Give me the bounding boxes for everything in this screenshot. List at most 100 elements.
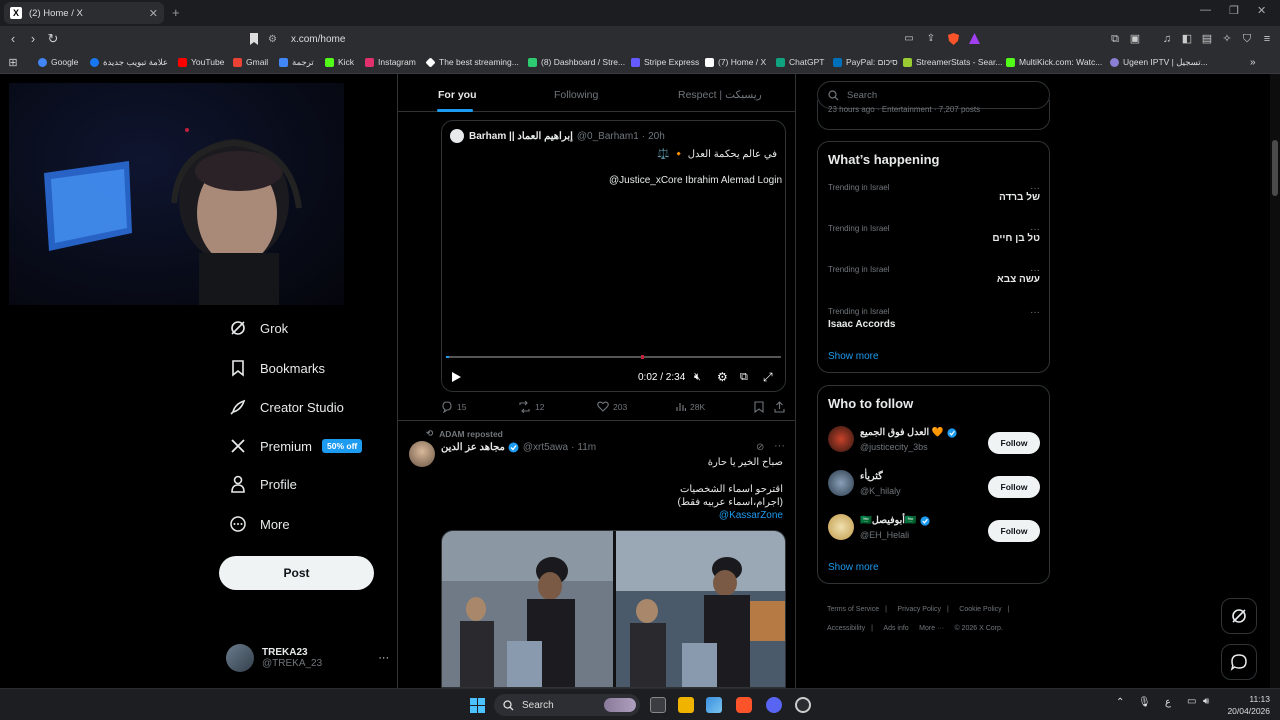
minimize-icon[interactable]: — <box>1200 4 1211 16</box>
account-more-icon[interactable]: ··· <box>378 652 389 664</box>
trend-more-icon[interactable]: ··· <box>1030 183 1040 194</box>
sidebar-item-grok[interactable]: Grok <box>228 318 288 338</box>
bookmark-post-button[interactable] <box>754 401 768 413</box>
footer-ads-link[interactable]: Ads info <box>883 625 908 632</box>
repost-button[interactable]: 12 <box>518 401 544 413</box>
trend-more-icon[interactable]: ··· <box>1030 265 1040 276</box>
sidebar-item-bookmarks[interactable]: Bookmarks <box>228 358 325 378</box>
extensions-icon[interactable]: ⧉ <box>1108 32 1122 46</box>
maximize-icon[interactable]: ❐ <box>1229 4 1239 17</box>
video-progress-track[interactable] <box>446 355 781 359</box>
grok-fab-button[interactable] <box>1221 598 1257 634</box>
network-icon[interactable]: ▭ <box>1187 696 1196 707</box>
tab-following[interactable]: Following <box>554 89 598 101</box>
bookmark-page-icon[interactable] <box>248 32 262 46</box>
post-handle[interactable]: @xrt5awa <box>523 442 568 453</box>
bookmark-multikick[interactable]: MultiKick.com: Watc... <box>1006 57 1102 67</box>
follow-button[interactable]: Follow <box>988 476 1040 498</box>
close-tab-icon[interactable]: ✕ <box>149 7 158 20</box>
bookmark-iptv[interactable]: Ugeen IPTV | تسجيل... <box>1110 57 1208 68</box>
trend-item[interactable]: Trending in Israel של ברדה ··· <box>828 183 1040 203</box>
settings-icon[interactable]: ⚙ <box>717 370 728 384</box>
avatar[interactable] <box>409 441 435 467</box>
account-switcher[interactable]: TREKA23 @TREKA_23 ··· <box>226 644 389 672</box>
bookmark-instagram[interactable]: Instagram <box>365 57 416 67</box>
show-more-follows-link[interactable]: Show more <box>828 562 879 573</box>
bookmark-gmail[interactable]: Gmail <box>233 57 268 67</box>
install-icon[interactable]: ▭ <box>902 32 916 46</box>
share-post-button[interactable] <box>774 401 789 413</box>
task-view-icon[interactable] <box>650 697 666 713</box>
reply-button[interactable]: 15 <box>441 401 466 413</box>
bookmark-paypal[interactable]: PayPal: סיכום <box>833 57 898 67</box>
share-icon[interactable]: ⇪ <box>924 32 938 46</box>
discord-icon[interactable] <box>766 697 782 713</box>
input-language[interactable]: ع <box>1165 697 1171 708</box>
footer-cookie-link[interactable]: Cookie Policy <box>959 606 1001 613</box>
sidebar-item-premium[interactable]: Premium 50% off <box>228 436 363 456</box>
microphone-icon[interactable]: 🎙︎ <box>1138 697 1151 708</box>
taskbar-search-box[interactable]: Search <box>494 694 640 716</box>
bookmark-translate[interactable]: ترجمة <box>279 57 314 68</box>
post-media[interactable] <box>441 530 786 688</box>
footer-terms-link[interactable]: Terms of Service <box>827 606 879 613</box>
footer-privacy-link[interactable]: Privacy Policy <box>897 606 941 613</box>
url-field[interactable]: ⚙ x.com/home <box>268 29 990 49</box>
tab-for-you[interactable]: For you <box>438 89 477 101</box>
clock[interactable]: 11:13 20/04/2026 <box>1226 693 1270 717</box>
start-icon[interactable] <box>470 698 485 713</box>
quoted-time[interactable]: 20h <box>648 131 665 142</box>
menu-icon[interactable]: ≡ <box>1260 32 1274 46</box>
grok-explain-icon[interactable]: ⊘ <box>756 442 764 453</box>
views-button[interactable]: 28K <box>676 401 705 412</box>
forward-icon[interactable]: › <box>26 32 40 46</box>
brave-rewards-icon[interactable] <box>968 32 982 46</box>
bookmark-chatgpt[interactable]: ChatGPT <box>776 57 824 67</box>
show-more-trends-link[interactable]: Show more <box>828 351 879 362</box>
footer-more-link[interactable]: More ··· <box>919 625 944 632</box>
follow-suggestion[interactable]: 🇸🇦أبوفيصل🇸🇦 @EH_Helali Follow <box>828 514 1040 554</box>
site-settings-icon[interactable]: ⚙ <box>268 34 277 45</box>
quoted-handle[interactable]: @0_Barham1 <box>577 131 639 142</box>
mute-icon[interactable]: 🔇︎ <box>694 371 701 384</box>
play-icon[interactable] <box>450 371 462 383</box>
follow-suggestion[interactable]: گثرياٰء @K_hilaly Follow <box>828 470 1040 510</box>
post-author[interactable]: مجاهد عز الدين <box>441 442 505 453</box>
bookmark-streamerstats[interactable]: StreamerStats - Sear... <box>903 57 1002 67</box>
new-tab-icon[interactable]: + <box>172 5 180 20</box>
browser-tab[interactable]: X (2) Home / X ✕ <box>4 2 164 24</box>
post-mention-link[interactable]: @KassarZone <box>719 510 783 521</box>
back-icon[interactable]: ‹ <box>6 32 20 46</box>
wallet-icon[interactable]: ▤ <box>1200 32 1214 46</box>
bookmark-streaming[interactable]: The best streaming... <box>425 56 519 68</box>
like-button[interactable]: 203 <box>597 401 627 412</box>
microsoft-store-icon[interactable] <box>706 697 722 713</box>
apps-grid-icon[interactable]: ⊞ <box>6 56 20 70</box>
quoted-post[interactable]: Barham || إبراهيم العماد @0_Barham1 · 20… <box>441 120 786 392</box>
leo-ai-icon[interactable]: ✧ <box>1220 32 1234 46</box>
bookmark-dashboard[interactable]: (8) Dashboard / Stre... <box>528 57 625 67</box>
quoted-author[interactable]: Barham || إبراهيم العماد <box>469 131 573 142</box>
bookmark-google[interactable]: Google <box>38 57 78 67</box>
footer-accessibility-link[interactable]: Accessibility <box>827 625 865 632</box>
trend-more-icon[interactable]: ··· <box>1030 307 1040 318</box>
follow-button[interactable]: Follow <box>988 432 1040 454</box>
sidebar-item-profile[interactable]: Profile <box>228 474 297 494</box>
fullscreen-icon[interactable]: ⤢ <box>763 370 773 385</box>
sidebar-toggle-icon[interactable]: ◧ <box>1180 32 1194 46</box>
post-more-icon[interactable]: ··· <box>774 440 785 452</box>
video-player[interactable]: 0:02 / 2:34 🔇︎ ⚙ ⧉ ⤢ <box>442 196 785 391</box>
follow-button[interactable]: Follow <box>988 520 1040 542</box>
app-icon[interactable] <box>795 697 811 713</box>
volume-icon[interactable]: 🔊︎ <box>1203 696 1209 707</box>
messages-fab-button[interactable] <box>1221 644 1257 680</box>
file-explorer-icon[interactable] <box>678 697 694 713</box>
trend-item[interactable]: Trending in Israel טל בן חיים ··· <box>828 224 1040 244</box>
media-icon[interactable]: ♫ <box>1160 32 1174 46</box>
bookmark-new-tab[interactable]: علامة تبويب جديدة <box>90 57 168 68</box>
screenshot-icon[interactable]: ▣ <box>1128 32 1142 46</box>
bookmark-stripe[interactable]: Stripe Express <box>631 57 699 67</box>
pip-icon[interactable]: ⧉ <box>740 371 748 384</box>
reload-icon[interactable]: ↻ <box>46 32 60 46</box>
brave-browser-icon[interactable] <box>736 697 752 713</box>
